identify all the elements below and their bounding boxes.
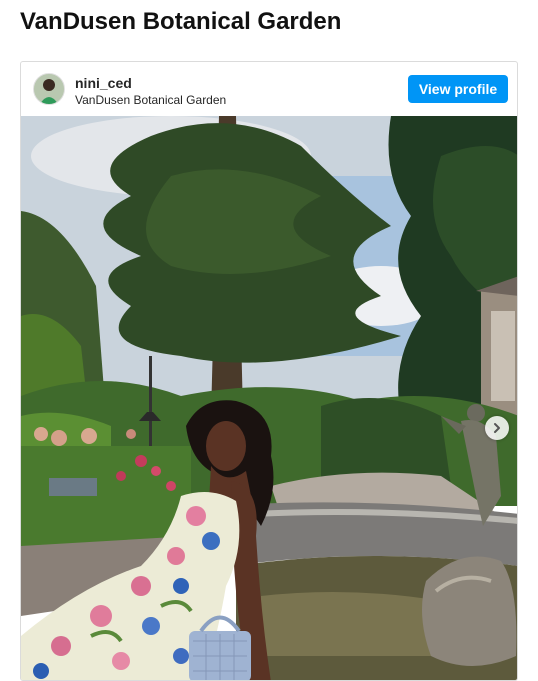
chevron-right-icon: [494, 423, 500, 433]
post-header: nini_ced VanDusen Botanical Garden View …: [21, 62, 517, 116]
post-photo[interactable]: [21, 116, 517, 680]
page-title: VanDusen Botanical Garden: [20, 8, 342, 35]
avatar[interactable]: [33, 73, 65, 105]
location-label[interactable]: VanDusen Botanical Garden: [75, 93, 226, 107]
next-photo-button[interactable]: [485, 416, 509, 440]
view-profile-button[interactable]: View profile: [408, 75, 508, 103]
instagram-embed: nini_ced VanDusen Botanical Garden View …: [20, 61, 518, 681]
username[interactable]: nini_ced: [75, 75, 132, 91]
